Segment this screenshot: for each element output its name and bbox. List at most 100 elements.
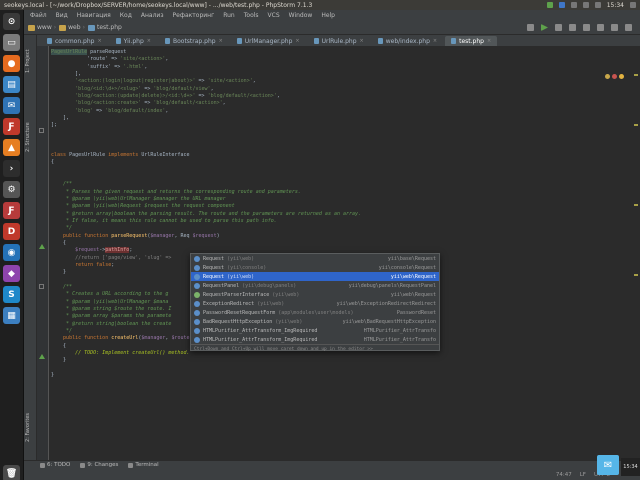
error-icon[interactable] <box>612 74 617 79</box>
thunderbird-icon[interactable]: ✉ <box>3 97 20 114</box>
completion-item[interactable]: BadRequestHttpException (yii\web) yii\web\… <box>191 317 439 326</box>
breadcrumb-www[interactable]: www › <box>28 24 56 31</box>
code-line[interactable]: * Parses the given request and returns t… <box>51 189 631 196</box>
tab-urlrule-php[interactable]: UrlRule.php × <box>307 36 370 46</box>
menu-item-refactor[interactable]: Рефакторинг <box>173 12 215 19</box>
code-line[interactable]: * @param \yii\web\UrlManager $manager th… <box>51 196 631 203</box>
volume-icon[interactable] <box>594 2 601 8</box>
tab-test-php[interactable]: test.php × <box>445 36 498 46</box>
tab-yii-php[interactable]: Yii.php × <box>109 36 157 46</box>
debug-icon[interactable] <box>555 24 562 31</box>
completion-item[interactable]: ExceptionRedirect (yii\web) yii\web\Except… <box>191 299 439 308</box>
code-line[interactable]: * @param \yii\web\Request $request the r… <box>51 203 631 210</box>
code-line[interactable]: { <box>51 159 631 166</box>
tab-bootstrap-php[interactable]: Bootstrap.php × <box>159 36 229 46</box>
code-line[interactable] <box>51 174 631 181</box>
files-icon[interactable]: ▭ <box>3 34 20 51</box>
code-line[interactable]: 'blog/<action:create>' => 'blog/default/… <box>51 100 631 107</box>
tab-urlmanager-php[interactable]: UrlManager.php × <box>230 36 306 46</box>
skype-red-icon[interactable]: D <box>3 223 20 240</box>
terminal-app-icon[interactable]: › <box>3 160 20 177</box>
keyboard-icon[interactable] <box>570 2 577 8</box>
code-line[interactable]: 'suffix' => '.html', <box>51 64 631 71</box>
code-line[interactable]: 'blog/<id:\d+>/<slug>' => 'blog/default/… <box>51 86 631 93</box>
power-gear-icon[interactable] <box>630 2 636 8</box>
vlc-icon[interactable]: ▲ <box>3 139 20 156</box>
code-line[interactable]: } <box>51 357 631 364</box>
code-line[interactable]: * If false, it means this rule cannot be… <box>51 218 631 225</box>
highlight-icon[interactable] <box>619 74 624 79</box>
completion-item[interactable]: RequestParserInterface (yii\web) yii\web\R… <box>191 290 439 299</box>
code-line[interactable]: ]; <box>51 122 631 129</box>
run-icon[interactable] <box>541 24 548 31</box>
settings-icon[interactable] <box>569 24 576 31</box>
code-line[interactable]: } <box>51 372 631 379</box>
code-line[interactable]: 'blog/<action:(update|delete)>/<id:\d+>'… <box>51 93 631 100</box>
completion-item[interactable]: Request (yii\web) yii\web\Request <box>191 272 439 281</box>
completion-item[interactable]: HTMLPurifier_AttrTransform_ImgRequired HT… <box>191 335 439 344</box>
error-stripe[interactable] <box>634 64 638 454</box>
code-line[interactable] <box>51 365 631 372</box>
favorites-tool-tab[interactable]: 2: Favorites <box>25 405 36 450</box>
close-icon[interactable]: × <box>487 38 491 44</box>
code-line[interactable]: { <box>51 240 631 247</box>
skype-icon[interactable]: S <box>3 286 20 303</box>
fold-icon[interactable] <box>39 128 44 133</box>
code-line[interactable]: class PagesUrlRule implements UrlRuleInt… <box>51 152 631 159</box>
implements-method-icon[interactable] <box>39 354 45 359</box>
terminal-tool-button[interactable]: Terminal <box>128 462 159 468</box>
code-line[interactable]: */ <box>51 225 631 232</box>
completion-item[interactable]: Request (yii\web) yii\base\Request <box>191 254 439 263</box>
event-log-icon[interactable]: ✉ <box>597 455 619 475</box>
menu-item-file[interactable]: Файл <box>30 12 47 19</box>
close-icon[interactable]: × <box>360 38 364 44</box>
trash-icon[interactable]: 🗑 <box>3 465 20 480</box>
caret-position[interactable]: 74:47 <box>556 472 572 478</box>
stripe-mark[interactable] <box>634 204 638 206</box>
firefox-icon[interactable]: ● <box>3 55 20 72</box>
menu-item-run[interactable]: Run <box>223 12 235 19</box>
sdk-icon[interactable] <box>583 24 590 31</box>
completion-item[interactable]: Request (yii\console) yii\console\Request <box>191 263 439 272</box>
close-icon[interactable]: × <box>97 38 101 44</box>
code-line[interactable] <box>51 144 631 151</box>
menu-item-window[interactable]: Window <box>289 12 313 19</box>
close-icon[interactable]: × <box>219 38 223 44</box>
changes-tool-button[interactable]: 9: Changes <box>80 462 118 468</box>
settings-icon[interactable]: ⚙ <box>3 181 20 198</box>
code-line[interactable]: /** <box>51 181 631 188</box>
close-icon[interactable]: × <box>295 38 299 44</box>
menu-item-code[interactable]: Код <box>120 12 132 19</box>
completion-item[interactable]: HTMLPurifier_AttrTransform_ImgRequired HT… <box>191 326 439 335</box>
browser-icon[interactable]: ◉ <box>3 244 20 261</box>
help-icon[interactable] <box>611 24 618 31</box>
stripe-mark[interactable] <box>634 124 638 126</box>
mail-icon[interactable] <box>582 2 589 8</box>
document-icon[interactable]: ▦ <box>3 307 20 324</box>
tab-common-php[interactable]: common.php × <box>41 36 108 46</box>
tab-web-index-php[interactable]: web/index.php × <box>371 36 444 46</box>
menu-item-help[interactable]: Help <box>321 12 335 19</box>
code-line[interactable]: '<action:(login|logout|register|about)>'… <box>51 78 631 85</box>
filezilla-red-icon[interactable]: Ƒ <box>3 202 20 219</box>
menu-item-vcs[interactable]: VCS <box>268 12 280 19</box>
todo-tool-button[interactable]: 6: TODO <box>40 462 70 468</box>
close-icon[interactable]: × <box>433 38 437 44</box>
dash-home-icon[interactable]: ⊙ <box>3 13 20 30</box>
menu-item-analyze[interactable]: Анализ <box>141 12 164 19</box>
dropbox-icon[interactable] <box>558 2 565 8</box>
completion-item[interactable]: PasswordResetRequestForm (app\modules\use… <box>191 308 439 317</box>
completion-item[interactable]: RequestPanel (yii\debug\panels) yii\debug\… <box>191 281 439 290</box>
code-line[interactable]: 'route' => 'site/<action>', <box>51 56 631 63</box>
menu-item-tools[interactable]: Tools <box>244 12 259 19</box>
menu-item-view[interactable]: Вид <box>56 12 68 19</box>
code-line[interactable]: ], <box>51 71 631 78</box>
menu-item-navigate[interactable]: Навигация <box>77 12 111 19</box>
line-separator[interactable]: LF <box>580 472 586 478</box>
project-tool-tab[interactable]: 1: Project <box>25 41 36 81</box>
code-line[interactable] <box>51 130 631 137</box>
code-line[interactable]: 'blog' => 'blog/default/index', <box>51 108 631 115</box>
code-line[interactable]: public function parseRequest($manager, R… <box>51 233 631 240</box>
libreoffice-icon[interactable]: ▤ <box>3 76 20 93</box>
warning-icon[interactable] <box>605 74 610 79</box>
